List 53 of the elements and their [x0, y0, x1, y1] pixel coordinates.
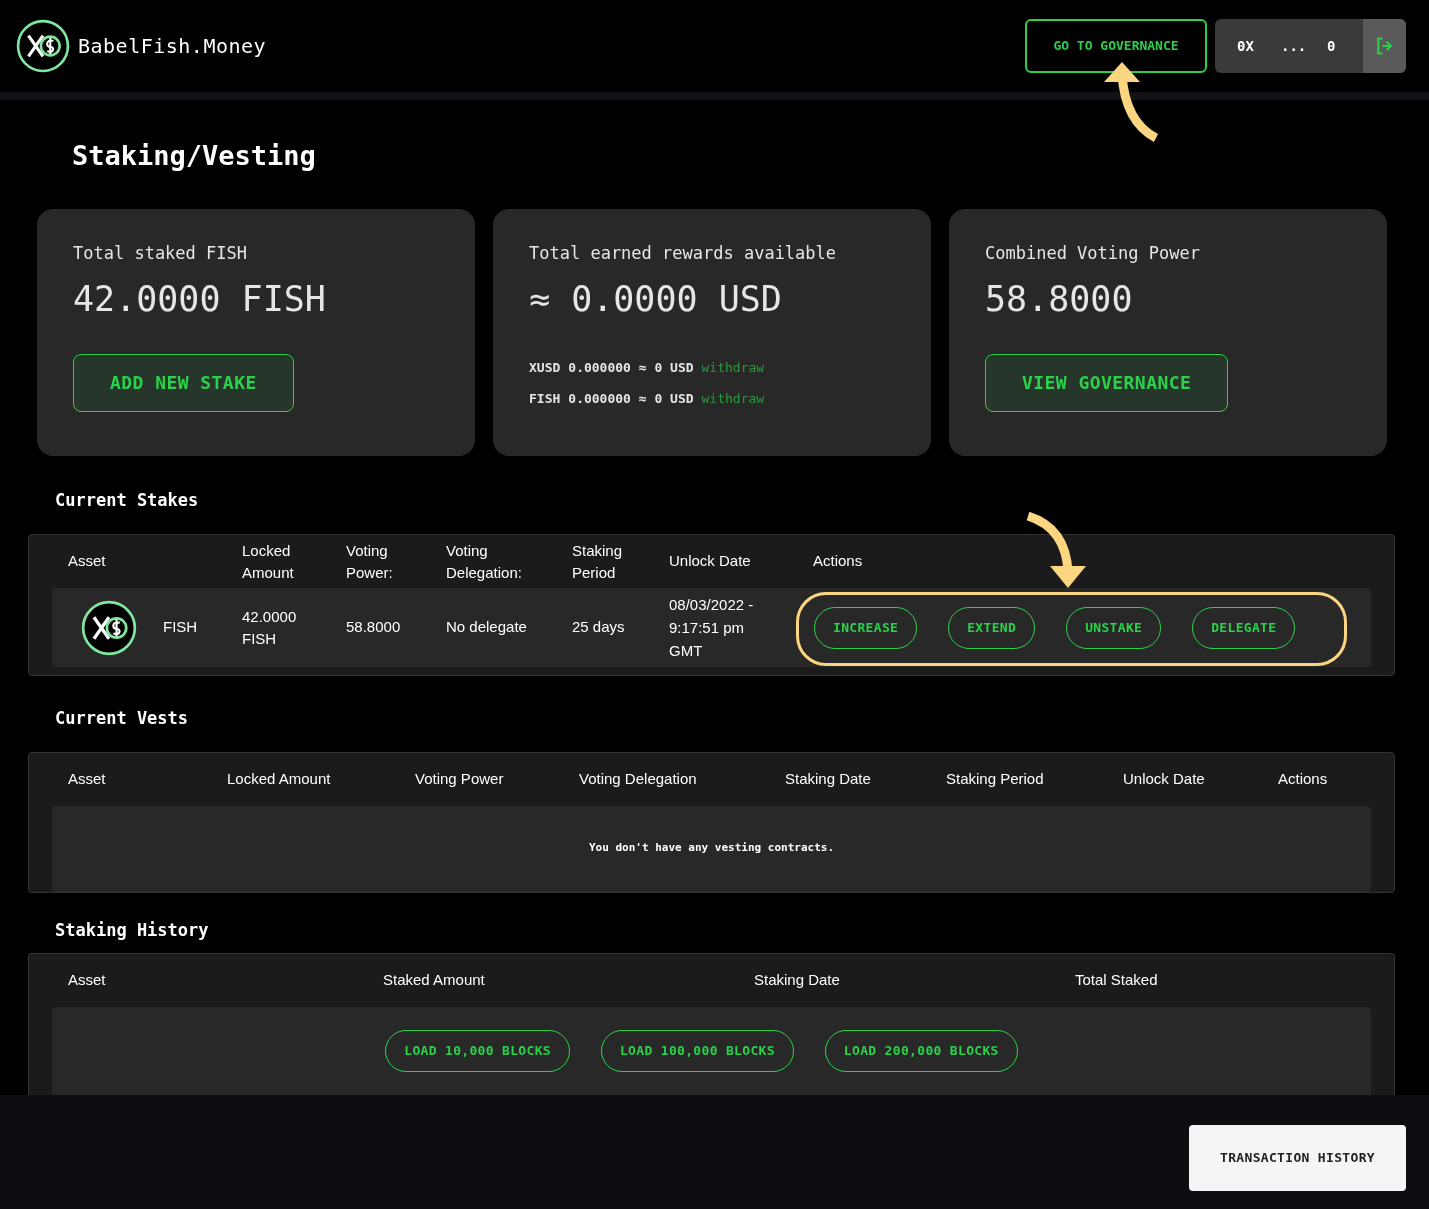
withdraw-link[interactable]: withdraw [701, 357, 765, 378]
empty-message: You don't have any vesting contracts. [588, 840, 834, 857]
column-header: Voting Delegation: [446, 540, 523, 583]
column-header: Actions [1278, 768, 1329, 789]
column-header: Unlock Date [1123, 768, 1206, 789]
table-cell-text: 42.0000 FISH [242, 606, 298, 649]
reward-asset: XUSD [529, 358, 561, 377]
logo-icon [16, 19, 70, 73]
table-cell-text: 08/03/2022 - 9:17:51 pm GMT [669, 595, 755, 661]
reward-amount: 0.000000 ≈ 0 USD [568, 390, 694, 409]
card-title: Combined Voting Power [985, 241, 1201, 265]
page-title: Staking/Vesting [72, 139, 317, 173]
section-title: Current Stakes [55, 488, 200, 512]
card-value: 58.8000 [985, 278, 1134, 321]
column-header: Asset [68, 970, 107, 991]
table-cell-text: No delegate [446, 617, 528, 638]
card-title: Total staked FISH [73, 241, 248, 265]
section-title: Current Vests [55, 707, 190, 730]
column-header: Voting Power: [346, 540, 394, 583]
card-value: ≈ 0.0000 USD [529, 278, 783, 321]
withdraw-link[interactable]: withdraw [701, 389, 765, 409]
column-header: Locked Amount [227, 768, 332, 789]
view-governance-button[interactable]: VIEW GOVERNANCE [985, 353, 1229, 412]
column-header: Actions [813, 551, 864, 572]
table-cell-text: 58.8000 [346, 617, 402, 638]
column-header: Total Staked [1075, 970, 1159, 991]
column-header: Asset [68, 551, 107, 572]
column-header: Staked Amount [383, 970, 486, 991]
column-header: Voting Delegation [579, 768, 698, 789]
logo-icon [81, 599, 137, 656]
reward-asset: FISH [529, 390, 561, 409]
column-header: Voting Power [415, 768, 505, 789]
wallet-prefix: 0X [1236, 37, 1255, 56]
logout-button[interactable] [1363, 19, 1406, 73]
transaction-history-button[interactable]: TRANSACTION HISTORY [1189, 1125, 1406, 1191]
column-header: Locked Amount [242, 540, 295, 583]
column-header: Staking Period [572, 540, 624, 583]
column-header: Staking Date [754, 970, 841, 991]
column-header: Staking Date [785, 768, 872, 789]
column-header: Staking Period [946, 768, 1045, 789]
section-title: Staking History [55, 918, 210, 942]
add-stake-button[interactable]: ADD NEW STAKE [73, 353, 294, 412]
card-title: Total earned rewards available [529, 241, 838, 265]
brand-name: BabelFish.Money [78, 33, 267, 60]
wallet-ellipsis: ... [1281, 37, 1308, 56]
logout-icon [1374, 36, 1395, 56]
table-cell-text: FISH [163, 617, 198, 638]
reward-amount: 0.000000 ≈ 0 USD [568, 358, 694, 377]
card-value: 42.0000 FISH [73, 278, 327, 321]
wallet-suffix: 0 [1327, 37, 1337, 56]
column-header: Unlock Date [669, 551, 752, 572]
column-header: Asset [68, 768, 107, 789]
table-cell-text: 25 days [572, 617, 626, 638]
